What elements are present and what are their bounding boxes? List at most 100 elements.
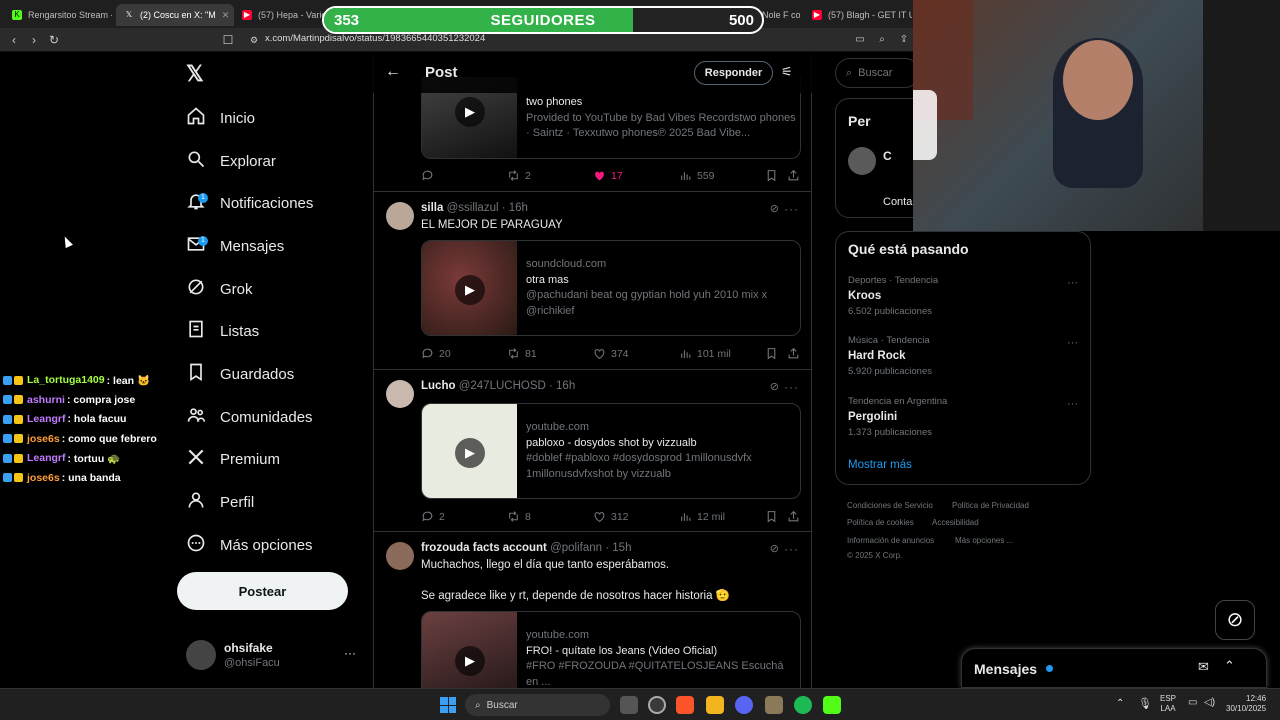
grok-icon[interactable]: ⊘ [770,202,779,215]
trend-item[interactable]: Música · Tendencia Hard Rock 5.920 publi… [848,335,1078,377]
sidebar-item-premium[interactable]: Premium [186,443,280,475]
author-handle[interactable]: @polifann [550,542,602,554]
footer-link[interactable]: Información de anuncios [847,536,934,545]
reply-button[interactable]: 2 [421,510,445,523]
link-card[interactable]: ▶ youtube.com FRO! - quítate los Jeans (… [421,611,801,688]
bookmark-button[interactable] [765,510,778,523]
trend-item[interactable]: Tendencia en Argentina Pergolini 1.373 p… [848,396,1078,438]
zoom-icon[interactable]: ⌕ [874,32,890,48]
share-button[interactable] [787,347,800,360]
bookmark-icon[interactable]: ☐ [220,32,236,48]
avatar[interactable] [386,202,414,230]
url-text[interactable]: x.com/Martinpdisalvo/status/198366544035… [265,33,485,44]
volume-icon[interactable]: ◁) [1204,697,1215,708]
taskbar-search[interactable]: ⌕ Buscar [465,694,610,716]
author-name[interactable]: Lucho [421,380,456,392]
brave-icon[interactable] [676,696,694,714]
sidebar-item-más-opciones[interactable]: Más opciones [186,529,313,561]
chat-username[interactable]: jose6s [27,433,60,445]
avatar[interactable] [386,542,414,570]
more-icon[interactable]: ··· [784,542,799,556]
cast-icon[interactable]: ▭ [852,32,868,48]
chevron-up-icon[interactable]: ⌃ [1116,698,1124,709]
footer-link[interactable]: Política de Privacidad [952,501,1029,510]
retweet-button[interactable]: 2 [507,169,531,182]
author-name[interactable]: silla [421,202,443,214]
grok-icon[interactable]: ⊘ [770,542,779,555]
browser-tab-active[interactable]: 𝕏 (2) Coscu en X: "M ✕ [116,4,234,26]
browser-tab[interactable]: ▶ (57) Blagh - GET IT UP [804,4,912,26]
sidebar-item-mensajes[interactable]: 1 Mensajes [186,230,284,262]
task-view-icon[interactable] [620,696,638,714]
sliders-icon[interactable]: ⚟ [781,64,793,80]
kick-icon[interactable] [823,696,841,714]
sidebar-item-inicio[interactable]: Inicio [186,102,255,134]
like-button[interactable]: 312 [593,510,629,523]
sidebar-item-guardados[interactable]: Guardados [186,358,294,390]
share-icon[interactable]: ⇪ [896,32,912,48]
trend-item[interactable]: Deportes · Tendencia Kroos 6.502 publica… [848,275,1078,317]
footer-link[interactable]: Política de cookies [847,518,914,527]
author-handle[interactable]: @ssillazul [447,202,499,214]
messages-drawer[interactable]: Mensajes ✉ ⌃ [961,648,1267,688]
chat-username[interactable]: ashurni [27,394,65,406]
back-arrow-icon[interactable]: ← [385,63,401,81]
more-icon[interactable]: ··· [344,646,356,660]
author-handle[interactable]: @247LUCHOSD [459,380,546,392]
footer-link[interactable]: Más opciones ... [955,536,1013,545]
footer-link[interactable]: Accesibilidad [932,518,979,527]
more-icon[interactable]: ··· [1067,277,1078,289]
sidebar-item-comunidades[interactable]: Comunidades [186,401,313,433]
app-icon[interactable] [765,696,783,714]
link-card[interactable]: ▶ youtube.com pabloxo - dosydos shot by … [421,403,801,499]
windows-start-icon[interactable] [440,697,456,713]
views-count[interactable]: 559 [679,169,715,182]
like-button[interactable]: 374 [593,347,629,360]
more-icon[interactable]: ··· [1067,337,1078,349]
share-button[interactable] [787,169,800,182]
language-indicator[interactable]: ESP LAA [1160,694,1176,714]
views-count[interactable]: 101 mil [679,347,731,360]
footer-link[interactable]: Condiciones de Servicio [847,501,933,510]
browser-tab[interactable]: ▶ (57) Hepa - Varios Pa [234,4,326,26]
reply-button[interactable] [421,169,439,182]
views-count[interactable]: 12 mil [679,510,725,523]
browser-tab[interactable]: K Rengarsitoo Stream - V [4,4,112,26]
sidebar-item-grok[interactable]: Grok [186,273,253,305]
close-icon[interactable]: ✕ [222,10,230,21]
author-name[interactable]: frozouda facts account [421,542,547,554]
reload-icon[interactable]: ↻ [46,32,62,48]
retweet-button[interactable]: 8 [507,510,531,523]
suggested-name[interactable]: C [883,149,892,163]
link-card[interactable]: ▶ soundcloud.com otra mas @pachudani bea… [421,240,801,336]
avatar[interactable] [848,147,876,175]
sidebar-item-listas[interactable]: Listas [186,315,259,347]
grok-icon[interactable]: ⊘ [1215,600,1255,640]
discord-icon[interactable] [735,696,753,714]
reply-button[interactable]: 20 [421,347,451,360]
bookmark-button[interactable] [765,169,778,182]
more-icon[interactable]: ··· [784,380,799,394]
chevron-up-icon[interactable]: ⌃ [1224,658,1235,674]
chat-username[interactable]: jose6s [27,472,60,484]
microphone-icon[interactable]: 🎙 [1138,697,1152,710]
chat-username[interactable]: Leangrf [27,413,66,425]
sidebar-item-notificaciones[interactable]: 1 Notificaciones [186,187,313,219]
clock[interactable]: 12:46 30/10/2025 [1226,694,1266,714]
share-button[interactable] [787,510,800,523]
bookmark-button[interactable] [765,347,778,360]
more-icon[interactable]: ··· [1067,398,1078,410]
tweet[interactable]: Lucho @247LUCHOSD · 16h ··· ⊘ ▶ youtube.… [374,370,811,532]
folder-icon[interactable] [706,696,724,714]
avatar[interactable] [386,380,414,408]
x-logo-icon[interactable]: 𝕏 [186,63,208,85]
chat-username[interactable]: La_tortuga1409 [27,374,105,386]
forward-icon[interactable]: › [26,32,42,48]
sidebar-item-perfil[interactable]: Perfil [186,486,254,518]
compose-message-icon[interactable]: ✉ [1198,659,1209,675]
show-more-link[interactable]: Mostrar más [848,459,912,471]
app-icon[interactable] [648,696,666,714]
like-button[interactable]: 17 [593,169,623,182]
post-button[interactable]: Postear [177,572,348,610]
retweet-button[interactable]: 81 [507,347,537,360]
